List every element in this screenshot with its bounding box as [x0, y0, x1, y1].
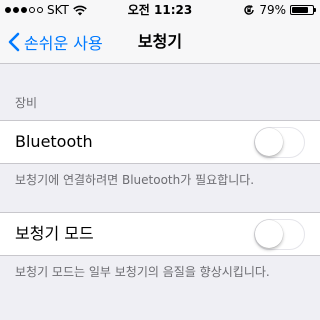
back-button[interactable]: 손쉬운 사용	[8, 20, 103, 64]
battery-percent: 79%	[259, 3, 286, 17]
battery-level	[292, 7, 308, 13]
hearing-aid-mode-label: 보청기 모드	[15, 224, 94, 243]
bluetooth-cell: Bluetooth	[0, 120, 320, 164]
battery-icon	[290, 5, 316, 15]
hearing-aid-mode-cell: 보청기 모드	[0, 212, 320, 256]
hearing-aid-mode-footer: 보청기 모드는 일부 보청기의 음질을 향상시킵니다.	[15, 265, 270, 279]
chevron-left-icon	[8, 32, 20, 52]
bluetooth-toggle[interactable]	[254, 127, 305, 158]
hearing-aid-mode-toggle[interactable]	[254, 219, 305, 250]
status-bar: SKT 오전 11:23 79%	[0, 0, 320, 20]
toggle-knob	[255, 220, 283, 248]
section-header: 장비	[15, 96, 38, 110]
navigation-bar: 손쉬운 사용 보청기	[0, 20, 320, 64]
back-button-label: 손쉬운 사용	[24, 34, 103, 53]
toggle-knob	[255, 128, 283, 156]
bluetooth-label: Bluetooth	[15, 132, 93, 151]
screen: SKT 오전 11:23 79% 손쉬운 사용 보청기 장비 Bluetooth…	[0, 0, 320, 320]
status-right: 79%	[243, 0, 316, 20]
orientation-lock-icon	[244, 5, 255, 15]
bluetooth-footer: 보청기에 연결하려면 Bluetooth가 필요합니다.	[15, 173, 255, 187]
